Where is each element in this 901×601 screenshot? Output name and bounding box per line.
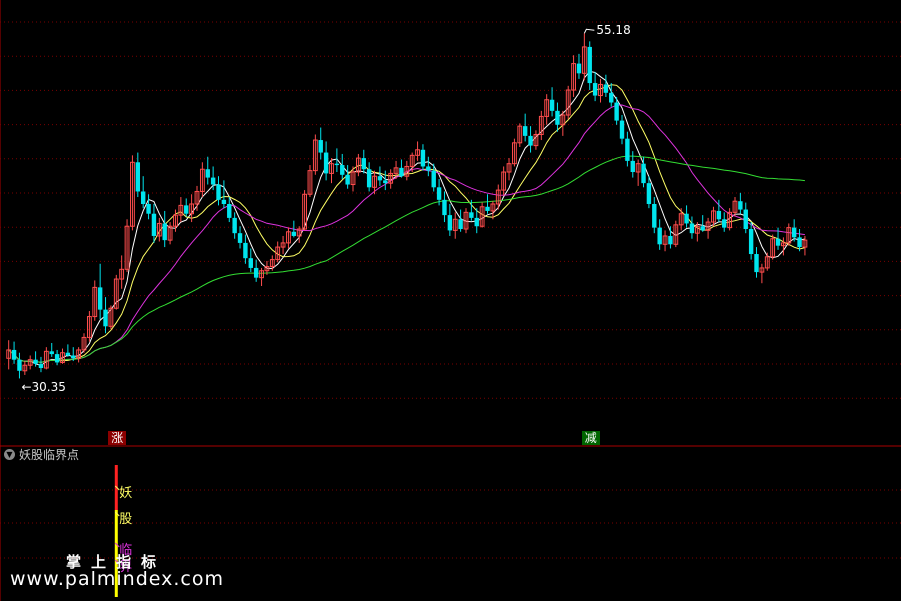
candle-body-down xyxy=(619,120,625,139)
candle-body-down xyxy=(71,355,76,359)
candle-body-down xyxy=(700,226,705,231)
candle-body-down xyxy=(210,177,216,185)
ma10-line xyxy=(8,84,806,363)
candle-body-down xyxy=(458,219,463,230)
candle-body-down xyxy=(614,102,619,121)
candle-body-down xyxy=(603,84,609,93)
candle-body-down xyxy=(609,92,614,103)
candle-body-down xyxy=(291,231,297,236)
candle-body-down xyxy=(431,170,436,188)
candle-body-down xyxy=(630,160,635,173)
candle-body-down xyxy=(625,138,630,161)
low-price-label: ←30.35 xyxy=(21,380,66,395)
candle-body-down xyxy=(49,351,54,355)
candle-body-down xyxy=(716,210,722,220)
signal-tag-zhang: 涨 xyxy=(108,431,127,445)
chart-canvas xyxy=(0,0,901,601)
candle-body-down xyxy=(657,227,662,245)
candle-body-down xyxy=(216,184,221,200)
candle-body-down xyxy=(248,258,253,268)
candle-body-down xyxy=(17,359,22,371)
candle-body-down xyxy=(528,135,533,146)
candle-body-down xyxy=(243,242,248,259)
chevron-down-icon[interactable]: ▼ xyxy=(4,448,15,460)
candle-body-down xyxy=(646,183,652,204)
ma20-line xyxy=(8,104,805,363)
candle-body-down xyxy=(383,180,388,184)
candle-body-down xyxy=(345,174,350,185)
candle-body-down xyxy=(323,152,329,174)
ma60-line xyxy=(8,155,805,363)
candle-body-down xyxy=(748,229,754,255)
candle-body-down xyxy=(555,110,560,125)
candle-body-down xyxy=(668,235,673,245)
candle-body-down xyxy=(253,267,259,278)
candle-body-down xyxy=(436,187,442,200)
candle-body-down xyxy=(722,219,727,228)
candle-body-down xyxy=(377,176,383,181)
candle-body-down xyxy=(184,205,189,214)
indicator-char-yao: 妖 xyxy=(119,486,133,501)
candle-body-down xyxy=(522,126,528,136)
candle-body-down xyxy=(151,213,157,236)
candle-body-down xyxy=(11,349,17,360)
candle-body-down xyxy=(237,233,243,243)
candle-body-down xyxy=(426,166,431,171)
candle-body-down xyxy=(485,206,490,211)
candle-body-down xyxy=(318,140,323,153)
high-price-label: 55.18 xyxy=(596,23,631,38)
candle-body-down xyxy=(738,201,743,210)
candle-body-down xyxy=(227,203,232,218)
candle-body-down xyxy=(366,169,372,188)
candle-body-down xyxy=(576,63,582,74)
signal-tag-jian: 减 xyxy=(581,431,600,445)
candle-body-down xyxy=(334,163,340,166)
candle-body-down xyxy=(232,217,237,234)
candle-body-down xyxy=(775,238,781,246)
candle-body-down xyxy=(469,212,474,218)
watermark-url: www.palmindex.com xyxy=(10,568,225,590)
candle-body-down xyxy=(592,83,598,96)
candle-body-down xyxy=(162,223,167,241)
candle-body-down xyxy=(420,149,426,167)
candle-body-down xyxy=(135,162,141,192)
candle-body-down xyxy=(103,309,108,327)
candle-body-down xyxy=(689,223,695,234)
candle-body-down xyxy=(140,191,146,204)
candle-body-down xyxy=(641,163,646,184)
candle-body-down xyxy=(65,352,71,356)
candle-body-down xyxy=(474,217,479,227)
candle-body-down xyxy=(205,169,210,178)
indicator-char-gu: 股 xyxy=(119,512,133,527)
candle-body-down xyxy=(146,203,151,214)
candle-body-down xyxy=(791,227,797,238)
candle-body-down xyxy=(684,213,689,224)
candle-body-down xyxy=(652,203,657,228)
indicator-title-text: 妖股临界点 xyxy=(19,447,80,462)
indicator-panel-title[interactable]: ▼ 妖股临界点 xyxy=(4,446,79,462)
candle-body-down xyxy=(33,359,38,364)
candle-body-down xyxy=(549,99,555,111)
high-price-marker xyxy=(583,28,595,34)
candle-body-down xyxy=(754,254,759,273)
candle-body-down xyxy=(743,209,748,230)
candle-body-down xyxy=(399,167,404,177)
candle-body-down xyxy=(54,354,60,363)
candle-body-down xyxy=(97,287,103,310)
candle-body-down xyxy=(361,158,366,170)
candle-body-down xyxy=(442,199,447,216)
candle-body-down xyxy=(797,237,802,248)
candle-body-down xyxy=(340,165,345,175)
candle-body-down xyxy=(38,363,44,369)
candle-body-down xyxy=(221,199,227,204)
candle-body-down xyxy=(447,215,453,231)
candle-body-down xyxy=(587,46,592,84)
